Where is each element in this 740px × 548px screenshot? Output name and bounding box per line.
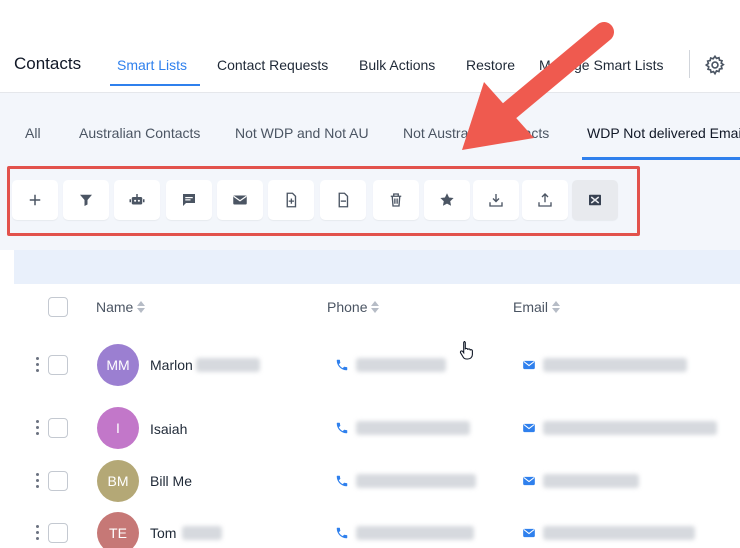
nav-divider	[689, 50, 690, 78]
list-tab-australian-contacts[interactable]: Australian Contacts	[79, 125, 200, 141]
contact-name[interactable]: Isaiah	[150, 421, 187, 437]
phone-icon[interactable]	[335, 421, 349, 435]
list-tab-wdp-not-delivered-emails[interactable]: WDP Not delivered Emails	[587, 125, 740, 141]
sort-icon	[552, 301, 561, 313]
delete-button[interactable]	[373, 180, 419, 220]
list-tab-all[interactable]: All	[25, 125, 41, 141]
phone-icon[interactable]	[335, 474, 349, 488]
filter-icon	[80, 194, 92, 206]
add-contact-button[interactable]	[12, 180, 58, 220]
row-checkbox[interactable]	[48, 355, 68, 375]
row-checkbox[interactable]	[48, 418, 68, 438]
redacted-phone	[356, 526, 474, 540]
trash-icon	[390, 193, 402, 207]
smart-list-tabs: All Australian Contacts Not WDP and Not …	[0, 92, 740, 160]
import-icon	[489, 194, 503, 207]
email-icon[interactable]	[522, 358, 536, 372]
add-tag-button[interactable]	[268, 180, 314, 220]
email-icon[interactable]	[522, 474, 536, 488]
avatar: BM	[97, 460, 139, 502]
star-icon	[440, 193, 454, 206]
automation-button[interactable]	[114, 180, 160, 220]
table-top-band	[14, 250, 740, 284]
redacted-phone	[356, 358, 446, 372]
select-all-checkbox[interactable]	[48, 297, 68, 317]
active-tab-indicator	[110, 84, 200, 86]
tag-add-icon	[286, 192, 297, 208]
hand-cursor-icon	[459, 340, 473, 360]
tag-remove-icon	[338, 192, 349, 208]
plus-icon	[29, 194, 41, 206]
list-tab-not-wdp-and-not-au[interactable]: Not WDP and Not AU	[235, 125, 369, 141]
email-icon	[233, 195, 247, 205]
redacted-phone	[356, 474, 476, 488]
avatar: MM	[97, 344, 139, 386]
column-header-email[interactable]: Email	[513, 299, 561, 315]
avatar: TE	[97, 512, 139, 548]
tab-contact-requests[interactable]: Contact Requests	[217, 57, 328, 73]
list-tab-not-australian-contacts[interactable]: Not Australian Contacts	[403, 125, 549, 141]
email-icon[interactable]	[522, 421, 536, 435]
redacted-email	[543, 526, 695, 540]
contact-name[interactable]: Tom	[150, 525, 176, 541]
row-checkbox[interactable]	[48, 471, 68, 491]
tab-manage-smart-lists[interactable]: Manage Smart Lists	[539, 57, 664, 73]
drag-handle-icon[interactable]	[36, 473, 40, 489]
robot-icon	[129, 194, 145, 205]
sort-icon	[137, 301, 146, 313]
column-header-name[interactable]: Name	[96, 299, 146, 315]
row-checkbox[interactable]	[48, 523, 68, 543]
column-header-phone[interactable]: Phone	[327, 299, 380, 315]
redacted-name	[196, 358, 260, 372]
redacted-name	[182, 526, 222, 540]
drag-handle-icon[interactable]	[36, 357, 40, 373]
merge-button[interactable]	[572, 180, 618, 220]
tab-restore[interactable]: Restore	[466, 57, 515, 73]
redacted-phone	[356, 421, 470, 435]
merge-icon	[589, 194, 601, 206]
sort-icon	[371, 301, 380, 313]
column-name-label: Name	[96, 299, 134, 315]
column-email-label: Email	[513, 299, 549, 315]
contact-name[interactable]: Marlon	[150, 357, 193, 373]
message-icon	[183, 194, 195, 206]
redacted-email	[543, 358, 687, 372]
email-icon[interactable]	[522, 526, 536, 540]
top-nav: Contacts Smart Lists Contact Requests Bu…	[0, 0, 740, 92]
phone-icon[interactable]	[335, 526, 349, 540]
phone-icon[interactable]	[335, 358, 349, 372]
send-sms-button[interactable]	[166, 180, 212, 220]
remove-tag-button[interactable]	[320, 180, 366, 220]
drag-handle-icon[interactable]	[36, 525, 40, 541]
export-icon	[538, 193, 552, 207]
send-email-button[interactable]	[217, 180, 263, 220]
export-button[interactable]	[522, 180, 568, 220]
avatar: I	[97, 407, 139, 449]
redacted-email	[543, 474, 639, 488]
tab-smart-lists[interactable]: Smart Lists	[117, 57, 187, 73]
gear-icon[interactable]	[704, 54, 726, 76]
page-title: Contacts	[14, 54, 82, 73]
import-button[interactable]	[473, 180, 519, 220]
filter-button[interactable]	[63, 180, 109, 220]
tab-bulk-actions[interactable]: Bulk Actions	[359, 57, 435, 73]
column-phone-label: Phone	[327, 299, 368, 315]
contact-name[interactable]: Bill Me	[150, 473, 192, 489]
favorite-button[interactable]	[424, 180, 470, 220]
drag-handle-icon[interactable]	[36, 420, 40, 436]
redacted-email	[543, 421, 717, 435]
